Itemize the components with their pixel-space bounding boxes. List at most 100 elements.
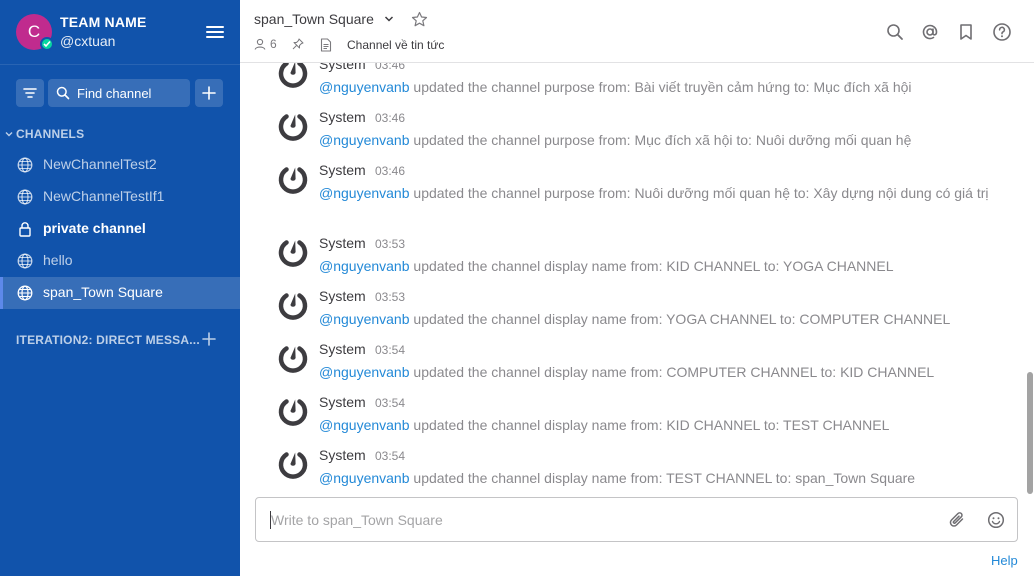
post-author[interactable]: System bbox=[319, 63, 366, 72]
globe-icon bbox=[17, 189, 33, 205]
post-timestamp[interactable]: 03:46 bbox=[375, 63, 405, 72]
post-message: @nguyenvanb updated the channel purpose … bbox=[319, 183, 1009, 203]
sidebar-item-span-town-square[interactable]: span_Town Square bbox=[0, 277, 240, 309]
channel-title[interactable]: span_Town Square bbox=[254, 11, 374, 27]
post-timestamp[interactable]: 03:46 bbox=[375, 111, 405, 125]
sidebar-item-label: private channel bbox=[43, 220, 146, 236]
post-message: @nguyenvanb updated the channel display … bbox=[319, 415, 1009, 435]
team-header[interactable]: C TEAM NAME @cxtuan bbox=[0, 0, 240, 65]
sidebar-item-hello[interactable]: hello bbox=[0, 245, 240, 277]
post-message-text: updated the channel display name from: T… bbox=[409, 470, 916, 486]
user-mention-link[interactable]: @nguyenvanb bbox=[319, 417, 410, 433]
user-mention-link[interactable]: @nguyenvanb bbox=[319, 364, 410, 380]
system-avatar-icon bbox=[277, 448, 309, 480]
post-message: @nguyenvanb updated the channel purpose … bbox=[319, 77, 1009, 97]
sidebar: C TEAM NAME @cxtuan Find channel CHANNEL… bbox=[0, 0, 240, 576]
system-avatar-icon bbox=[277, 289, 309, 321]
find-channel-button[interactable]: Find channel bbox=[48, 79, 190, 107]
add-direct-message-button[interactable] bbox=[201, 331, 217, 347]
pin-icon[interactable] bbox=[292, 38, 304, 50]
message-input-placeholder: Write to span_Town Square bbox=[271, 512, 443, 528]
sidebar-item-private-channel[interactable]: private channel bbox=[0, 213, 240, 245]
sidebar-item-label: hello bbox=[43, 252, 73, 268]
message-input[interactable]: Write to span_Town Square bbox=[255, 497, 1018, 542]
post-message-text: updated the channel display name from: Y… bbox=[409, 311, 951, 327]
system-avatar-icon bbox=[277, 236, 309, 268]
user-mention-link[interactable]: @nguyenvanb bbox=[319, 185, 410, 201]
sidebar-item-label: NewChannelTest2 bbox=[43, 156, 157, 172]
post-message-text: updated the channel display name from: K… bbox=[409, 258, 894, 274]
post-list[interactable]: System 03:46 @nguyenvanb updated the chann… bbox=[240, 63, 1026, 493]
globe-icon bbox=[17, 253, 33, 269]
post-author[interactable]: System bbox=[319, 162, 366, 178]
emoji-icon[interactable] bbox=[987, 511, 1005, 529]
plus-icon bbox=[202, 86, 216, 100]
post-timestamp[interactable]: 03:54 bbox=[375, 343, 405, 357]
sidebar-item-newchanneltestif1[interactable]: NewChannelTestIf1 bbox=[0, 181, 240, 213]
plus-icon bbox=[202, 332, 216, 346]
recent-mentions-button[interactable] bbox=[920, 22, 940, 42]
search-icon bbox=[887, 24, 903, 40]
user-mention-link[interactable]: @nguyenvanb bbox=[319, 258, 410, 274]
main-menu-icon[interactable] bbox=[206, 26, 224, 39]
saved-posts-button[interactable] bbox=[956, 22, 976, 42]
post-message: @nguyenvanb updated the channel display … bbox=[319, 362, 1009, 382]
post-timestamp[interactable]: 03:53 bbox=[375, 290, 405, 304]
post-timestamp[interactable]: 03:54 bbox=[375, 449, 405, 463]
user-mention-link[interactable]: @nguyenvanb bbox=[319, 79, 410, 95]
post-author[interactable]: System bbox=[319, 394, 366, 410]
member-count[interactable]: 6 bbox=[270, 37, 277, 51]
post-timestamp[interactable]: 03:46 bbox=[375, 164, 405, 178]
channels-section-header[interactable]: CHANNELS bbox=[16, 127, 84, 141]
document-icon bbox=[320, 38, 332, 52]
globe-icon bbox=[17, 157, 33, 173]
post-timestamp[interactable]: 03:54 bbox=[375, 396, 405, 410]
sidebar-item-newchanneltest2[interactable]: NewChannelTest2 bbox=[0, 149, 240, 181]
lock-icon bbox=[19, 222, 31, 237]
chevron-down-icon[interactable] bbox=[5, 130, 13, 138]
system-avatar-icon bbox=[277, 110, 309, 142]
search-button[interactable] bbox=[885, 22, 905, 42]
scrollbar-thumb[interactable] bbox=[1027, 372, 1033, 494]
find-channel-label: Find channel bbox=[77, 86, 152, 101]
filter-icon bbox=[23, 88, 37, 98]
channel-purpose: Channel về tin tức bbox=[347, 38, 445, 52]
user-mention-link[interactable]: @nguyenvanb bbox=[319, 132, 410, 148]
post-author[interactable]: System bbox=[319, 109, 366, 125]
sidebar-item-label: span_Town Square bbox=[43, 284, 163, 300]
username: @cxtuan bbox=[60, 33, 116, 49]
star-icon[interactable] bbox=[411, 11, 428, 28]
post-message-text: updated the channel purpose from: Bài vi… bbox=[409, 79, 912, 95]
post-message-text: updated the channel purpose from: Mục đí… bbox=[409, 132, 912, 148]
post-message-text: updated the channel display name from: K… bbox=[409, 417, 890, 433]
system-avatar-icon bbox=[277, 163, 309, 195]
filter-unread-button[interactable] bbox=[16, 79, 44, 107]
sidebar-item-label: NewChannelTestIf1 bbox=[43, 188, 165, 204]
post-author[interactable]: System bbox=[319, 235, 366, 251]
post-author[interactable]: System bbox=[319, 288, 366, 304]
help-link[interactable]: Help bbox=[991, 553, 1018, 568]
help-button[interactable] bbox=[992, 22, 1012, 42]
member-icon[interactable] bbox=[254, 38, 266, 50]
post-author[interactable]: System bbox=[319, 447, 366, 463]
paperclip-icon[interactable] bbox=[948, 511, 966, 529]
post-message: @nguyenvanb updated the channel display … bbox=[319, 309, 1009, 329]
direct-messages-section-header[interactable]: ITERATION2: DIRECT MESSA... bbox=[16, 333, 200, 347]
post-timestamp[interactable]: 03:53 bbox=[375, 237, 405, 251]
system-avatar-icon bbox=[277, 63, 309, 89]
chevron-down-icon[interactable] bbox=[384, 14, 394, 24]
post-message-text: updated the channel purpose from: Nuôi d… bbox=[409, 185, 989, 201]
post-message: @nguyenvanb updated the channel display … bbox=[319, 256, 1009, 276]
user-mention-link[interactable]: @nguyenvanb bbox=[319, 470, 410, 486]
post-author[interactable]: System bbox=[319, 341, 366, 357]
post-message: @nguyenvanb updated the channel purpose … bbox=[319, 130, 1009, 150]
team-name[interactable]: TEAM NAME bbox=[60, 14, 147, 30]
search-icon bbox=[56, 86, 70, 100]
bookmark-icon bbox=[960, 24, 972, 40]
system-avatar-icon bbox=[277, 342, 309, 374]
post-message: @nguyenvanb updated the channel display … bbox=[319, 468, 1009, 488]
system-avatar-icon bbox=[277, 395, 309, 427]
user-mention-link[interactable]: @nguyenvanb bbox=[319, 311, 410, 327]
add-channel-button[interactable] bbox=[195, 79, 223, 107]
channel-header: span_Town Square 6 Channel về tin tức bbox=[240, 0, 1034, 63]
